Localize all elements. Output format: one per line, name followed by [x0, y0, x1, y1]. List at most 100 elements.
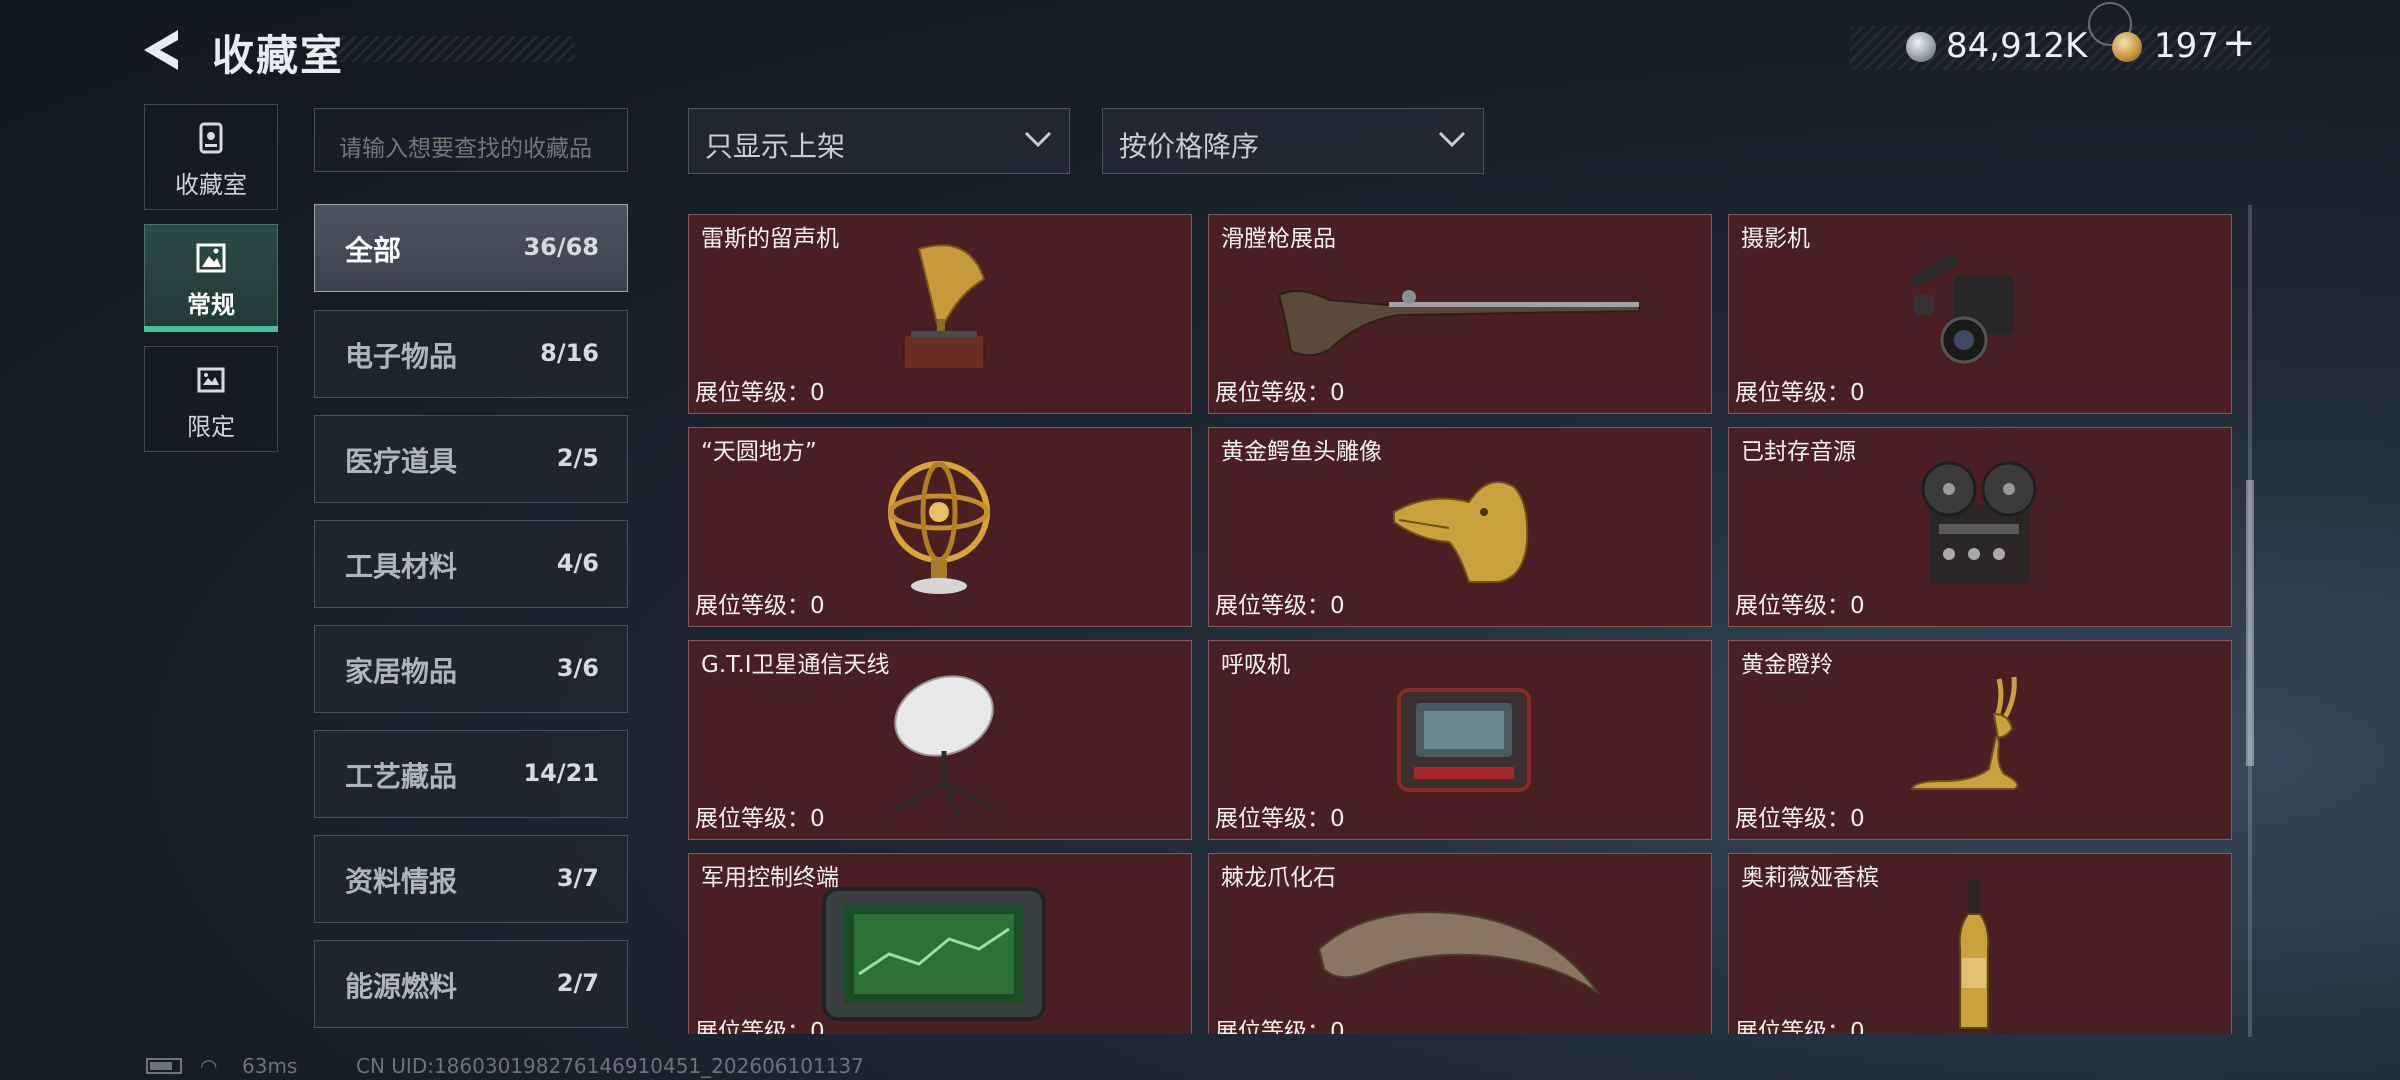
- item-name: 黄金瞪羚: [1741, 652, 1833, 678]
- sidebar-tab-normal[interactable]: 常规: [144, 224, 278, 330]
- collection-card[interactable]: 已封存音源 展位等级：0: [1728, 427, 2232, 627]
- dropdown-selected-value: 只显示上架: [705, 130, 846, 163]
- category-count: 2/7: [556, 969, 599, 997]
- camera-icon: [1910, 254, 2014, 364]
- picture-frame-icon: [196, 243, 226, 273]
- item-name: 奥莉薇娅香槟: [1741, 865, 1879, 891]
- chevron-down-icon: [1024, 131, 1052, 148]
- booth-level: 展位等级：0: [695, 593, 825, 619]
- listed-filter-dropdown[interactable]: 只显示上架: [688, 108, 1070, 174]
- item-name: 已封存音源: [1741, 439, 1856, 465]
- category-name: 能源燃料: [345, 970, 458, 1003]
- sidebar-tab-collection-room[interactable]: 收藏室: [144, 104, 278, 210]
- item-name: 黄金鳄鱼头雕像: [1221, 439, 1382, 465]
- military-terminal-icon: [822, 887, 1046, 1021]
- page-title: 收藏室: [212, 31, 345, 80]
- category-name: 工具材料: [345, 550, 458, 583]
- booth-level: 展位等级：0: [1215, 806, 1345, 832]
- category-household[interactable]: 家居物品 3/6: [314, 625, 628, 713]
- category-count: 14/21: [523, 759, 599, 787]
- item-name: 摄影机: [1741, 226, 1810, 252]
- search-input[interactable]: [314, 108, 628, 172]
- item-name: 滑膛枪展品: [1221, 226, 1336, 252]
- booth-level: 展位等级：0: [1215, 1019, 1345, 1034]
- collection-card[interactable]: 摄影机 展位等级：0: [1728, 214, 2232, 414]
- collection-grid: 雷斯的留声机 展位等级：0 滑膛枪展品 展位等级：0 摄影机 展位等级：0 “天…: [688, 210, 2238, 1034]
- gold-coin-icon: [2112, 32, 2142, 62]
- category-name: 工艺藏品: [345, 760, 458, 793]
- item-name: 雷斯的留声机: [701, 226, 839, 252]
- battery-level: [150, 1062, 172, 1070]
- back-arrow-icon: [144, 30, 178, 70]
- gold-crocodile-head-icon: [1393, 481, 1529, 583]
- uid-text: CN UID:186030198276146910451_20260610113…: [356, 1054, 864, 1078]
- category-count: 3/7: [556, 864, 599, 892]
- gold-gazelle-icon: [1910, 676, 2019, 790]
- sidebar-tab-label: 收藏室: [175, 171, 247, 199]
- ping-text: 63ms: [242, 1054, 298, 1078]
- collection-card[interactable]: 黄金鳄鱼头雕像 展位等级：0: [1208, 427, 1712, 627]
- wifi-icon: ◠: [200, 1054, 218, 1078]
- category-name: 家居物品: [345, 655, 458, 688]
- booth-level: 展位等级：0: [1735, 806, 1865, 832]
- category-count: 4/6: [556, 549, 599, 577]
- silver-currency-amount: 84,912K: [1946, 26, 2088, 66]
- booth-level: 展位等级：0: [695, 1019, 825, 1034]
- booth-level: 展位等级：0: [1215, 380, 1345, 406]
- sidebar-tab-label: 限定: [187, 413, 235, 441]
- category-name: 全部: [345, 234, 402, 267]
- sort-dropdown[interactable]: 按价格降序: [1102, 108, 1484, 174]
- chevron-down-icon: [1438, 131, 1466, 148]
- category-name: 资料情报: [345, 865, 458, 898]
- silver-coin-icon: [1906, 32, 1936, 62]
- satellite-dish-icon: [893, 675, 994, 817]
- champagne-bottle-icon: [1958, 880, 1990, 1029]
- booth-level: 展位等级：0: [695, 806, 825, 832]
- collection-card[interactable]: G.T.I卫星通信天线 展位等级：0: [688, 640, 1192, 840]
- collection-card[interactable]: 呼吸机 展位等级：0: [1208, 640, 1712, 840]
- booth-level: 展位等级：0: [1735, 380, 1865, 406]
- collection-card[interactable]: 滑膛枪展品 展位等级：0: [1208, 214, 1712, 414]
- claw-fossil-icon: [1317, 911, 1600, 995]
- reel-recorder-icon: [1921, 461, 2037, 584]
- dropdown-selected-value: 按价格降序: [1119, 130, 1260, 163]
- category-name: 医疗道具: [345, 445, 458, 478]
- ventilator-icon: [1397, 688, 1531, 792]
- category-medical[interactable]: 医疗道具 2/5: [314, 415, 628, 503]
- category-count: 8/16: [540, 339, 599, 367]
- category-count: 3/6: [556, 654, 599, 682]
- back-button[interactable]: [140, 26, 188, 74]
- sidebar-tab-limited[interactable]: 限定: [144, 346, 278, 452]
- collection-card[interactable]: 军用控制终端 展位等级：0: [688, 853, 1192, 1034]
- collection-card[interactable]: 奥莉薇娅香槟 展位等级：0: [1728, 853, 2232, 1034]
- gramophone-icon: [903, 244, 986, 370]
- add-currency-button[interactable]: +: [2222, 20, 2256, 66]
- collection-card[interactable]: 黄金瞪羚 展位等级：0: [1728, 640, 2232, 840]
- collection-card[interactable]: 棘龙爪化石 展位等级：0: [1208, 853, 1712, 1034]
- active-tab-indicator: [144, 326, 278, 332]
- limited-frame-icon: [197, 367, 225, 393]
- scrollbar-thumb[interactable]: [2246, 480, 2254, 766]
- category-intel[interactable]: 资料情报 3/7: [314, 835, 628, 923]
- title-decoration: [320, 36, 575, 62]
- category-crafts[interactable]: 工艺藏品 14/21: [314, 730, 628, 818]
- collection-card[interactable]: “天圆地方” 展位等级：0: [688, 427, 1192, 627]
- item-name: 棘龙爪化石: [1221, 865, 1336, 891]
- category-electronics[interactable]: 电子物品 8/16: [314, 310, 628, 398]
- item-name: 呼吸机: [1221, 652, 1290, 678]
- booth-level: 展位等级：0: [695, 380, 825, 406]
- musket-icon: [1277, 290, 1640, 357]
- armillary-sphere-icon: [888, 461, 990, 594]
- category-count: 36/68: [523, 233, 599, 261]
- trophy-cabinet-icon: [199, 122, 223, 154]
- category-tools[interactable]: 工具材料 4/6: [314, 520, 628, 608]
- collection-card[interactable]: 雷斯的留声机 展位等级：0: [688, 214, 1192, 414]
- item-name: G.T.I卫星通信天线: [701, 652, 890, 678]
- category-name: 电子物品: [345, 340, 458, 373]
- category-all[interactable]: 全部 36/68: [314, 204, 628, 292]
- gold-currency-amount: 197: [2154, 26, 2219, 66]
- category-energy[interactable]: 能源燃料 2/7: [314, 940, 628, 1028]
- booth-level: 展位等级：0: [1215, 593, 1345, 619]
- booth-level: 展位等级：0: [1735, 593, 1865, 619]
- sidebar-tab-label: 常规: [187, 291, 235, 319]
